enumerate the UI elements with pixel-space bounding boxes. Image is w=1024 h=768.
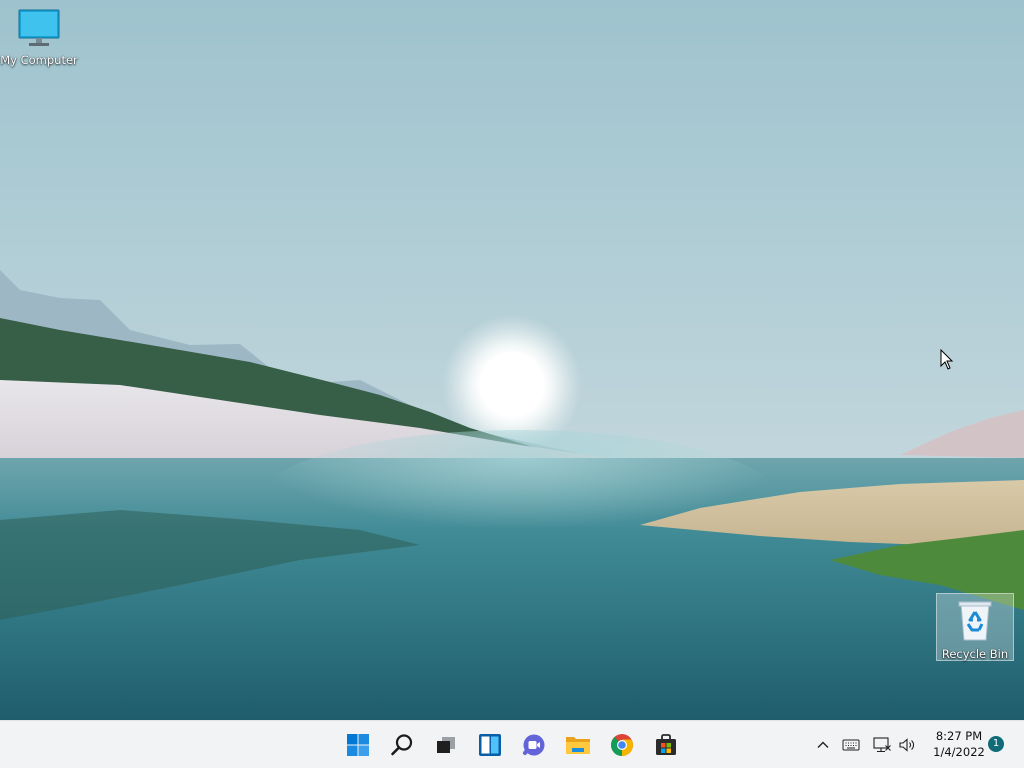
speaker-icon <box>899 738 914 752</box>
keyboard-icon <box>842 739 860 751</box>
desktop-wallpaper <box>0 0 1024 720</box>
show-hidden-icons-button[interactable] <box>812 731 834 759</box>
store-button[interactable] <box>648 727 684 763</box>
task-view-button[interactable] <box>428 727 464 763</box>
input-indicator-button[interactable] <box>838 731 864 759</box>
desktop-icon-recycle-bin[interactable]: Recycle Bin <box>936 593 1014 661</box>
volume-button[interactable] <box>896 731 918 759</box>
desktop-icon-my-computer[interactable]: My Computer <box>0 8 78 67</box>
chat-button[interactable] <box>516 727 552 763</box>
search-icon <box>391 734 413 756</box>
desktop-icon-label: Recycle Bin <box>941 647 1009 661</box>
notification-badge[interactable]: 1 <box>988 736 1004 752</box>
chrome-button[interactable] <box>604 727 640 763</box>
monitor-icon <box>18 9 60 46</box>
windows-logo-icon <box>347 734 369 756</box>
file-explorer-button[interactable] <box>560 727 596 763</box>
widgets-button[interactable] <box>472 727 508 763</box>
clock-time: 8:27 PM <box>935 729 983 743</box>
network-icon <box>873 737 891 753</box>
taskbar: 8:27 PM 1/4/2022 1 <box>0 720 1024 768</box>
store-icon <box>656 734 676 755</box>
network-button[interactable] <box>870 731 894 759</box>
recycle-bin-icon <box>958 601 992 641</box>
folder-icon <box>566 737 590 754</box>
search-button[interactable] <box>384 727 420 763</box>
desktop-icon-label: My Computer <box>0 53 78 67</box>
widgets-icon <box>479 734 501 756</box>
teams-chat-icon <box>523 734 545 756</box>
task-view-icon <box>437 737 455 753</box>
chevron-up-icon <box>817 741 829 748</box>
clock-date: 1/4/2022 <box>933 745 985 759</box>
mouse-cursor-icon <box>940 349 954 370</box>
taskbar-clock[interactable]: 8:27 PM 1/4/2022 <box>926 728 992 760</box>
chrome-icon <box>611 734 633 756</box>
start-button[interactable] <box>340 727 376 763</box>
desktop[interactable]: My Computer Recycle Bin <box>0 0 1024 720</box>
